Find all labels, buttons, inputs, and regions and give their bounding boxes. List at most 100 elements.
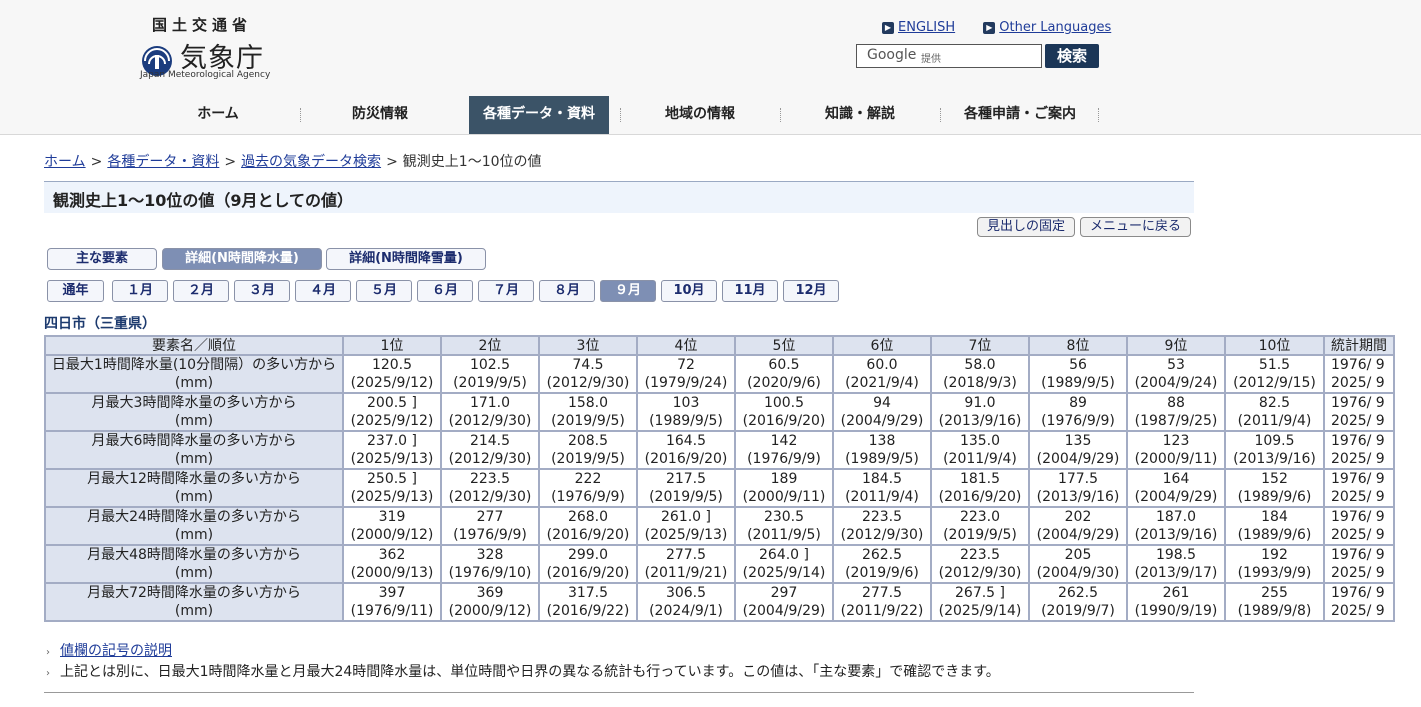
month-jan[interactable]: １月 xyxy=(112,280,168,302)
jma-logo[interactable]: 国土交通省 気象庁 Japan Meteorological Agency xyxy=(140,12,280,84)
breadcrumb-current: 観測史上1～10位の値 xyxy=(402,154,542,170)
rank-value-cell: 51.5 (2012/9/15) xyxy=(1224,354,1325,394)
rank-date: (2016/9/22) xyxy=(546,603,630,619)
nav-data[interactable]: 各種データ・資料 xyxy=(469,96,609,134)
rank-value: 200.5 ] xyxy=(367,395,417,411)
month-may[interactable]: ５月 xyxy=(356,280,412,302)
rank-value: 306.5 xyxy=(665,585,707,601)
rank-value-cell: 262.5 (2019/9/7) xyxy=(1028,582,1128,622)
rank-date: (2011/9/5) xyxy=(747,527,821,543)
period-end: 2025/ 9 xyxy=(1331,527,1385,543)
chevron-right-icon: › xyxy=(46,647,50,658)
rank-value: 109.5 xyxy=(1254,433,1295,449)
element-name-cell: 月最大72時間降水量の多い方から (mm) xyxy=(44,582,344,622)
month-jul[interactable]: ７月 xyxy=(478,280,534,302)
rank-date: (2011/9/4) xyxy=(1237,413,1312,429)
rank-value-cell: 94 (2004/9/29) xyxy=(832,392,932,432)
element-name-cell: 月最大24時間降水量の多い方から (mm) xyxy=(44,506,344,546)
rank-date: (1989/9/6) xyxy=(1237,489,1312,505)
rank-date: (2012/9/30) xyxy=(938,565,1022,581)
rank-value-cell: 262.5 (2019/9/6) xyxy=(832,544,932,584)
tab-main-elements[interactable]: 主な要素 xyxy=(47,248,157,270)
back-to-menu-button[interactable]: メニューに戻る xyxy=(1080,217,1191,237)
month-feb[interactable]: ２月 xyxy=(173,280,229,302)
rank-date: (1976/9/11) xyxy=(350,603,434,619)
nav-knowledge[interactable]: 知識・解説 xyxy=(790,96,930,134)
rank-value-cell: 202 (2004/9/29) xyxy=(1028,506,1128,546)
period-cell: 1976/ 9 2025/ 9 xyxy=(1323,582,1395,622)
other-languages-link[interactable]: Other Languages xyxy=(999,20,1111,35)
rank-date: (2012/9/30) xyxy=(840,527,924,543)
symbol-explanation-link[interactable]: 値欄の記号の説明 xyxy=(60,643,172,659)
element-unit: (mm) xyxy=(174,489,214,505)
rank-date: (1990/9/19) xyxy=(1134,603,1218,619)
tab-detail-precipitation[interactable]: 詳細(N時間降水量) xyxy=(162,248,322,270)
rank-date: (2012/9/30) xyxy=(546,375,630,391)
rank-date: (2000/9/12) xyxy=(448,603,532,619)
rank-date: (2013/9/16) xyxy=(1036,489,1120,505)
element-name-cell: 日最大1時間降水量(10分間隔）の多い方から (mm) xyxy=(44,354,344,394)
nav-home[interactable]: ホーム xyxy=(148,96,288,134)
rank-date: (2019/9/5) xyxy=(551,451,625,467)
rank-value-cell: 192 (1993/9/9) xyxy=(1224,544,1325,584)
rank-value-cell: 277 (1976/9/9) xyxy=(440,506,540,546)
rank-value-cell: 53 (2004/9/24) xyxy=(1126,354,1226,394)
table-header-row: 要素名／順位 1位 2位 3位 4位 5位 6位 7位 8位 9位 10位 統計… xyxy=(44,335,1395,356)
period-cell: 1976/ 9 2025/ 9 xyxy=(1323,544,1395,584)
nav-divider xyxy=(620,108,622,122)
period-start: 1976/ 9 xyxy=(1331,395,1385,411)
month-apr[interactable]: ４月 xyxy=(295,280,351,302)
element-name-cell: 月最大3時間降水量の多い方から (mm) xyxy=(44,392,344,432)
month-dec[interactable]: 12月 xyxy=(783,280,839,302)
rank-value: 268.0 xyxy=(567,509,609,525)
rank-value: 82.5 xyxy=(1258,395,1291,411)
month-nov[interactable]: 11月 xyxy=(722,280,778,302)
rank-value: 142 xyxy=(770,433,798,449)
nav-application[interactable]: 各種申請・ご案内 xyxy=(945,96,1095,134)
period-end: 2025/ 9 xyxy=(1331,375,1385,391)
month-jun[interactable]: ６月 xyxy=(417,280,473,302)
rank-value: 328 xyxy=(476,547,504,563)
period-start: 1976/ 9 xyxy=(1331,509,1385,525)
month-aug[interactable]: ８月 xyxy=(539,280,595,302)
ranking-table: 要素名／順位 1位 2位 3位 4位 5位 6位 7位 8位 9位 10位 統計… xyxy=(44,335,1395,622)
fix-heading-button[interactable]: 見出しの固定 xyxy=(977,217,1075,237)
rank-value: 184.5 xyxy=(861,471,903,487)
element-name-cell: 月最大6時間降水量の多い方から (mm) xyxy=(44,430,344,470)
period-cell: 1976/ 9 2025/ 9 xyxy=(1323,354,1395,394)
nav-region[interactable]: 地域の情報 xyxy=(630,96,770,134)
english-link[interactable]: ENGLISH xyxy=(898,20,955,35)
rank-value: 255 xyxy=(1261,585,1288,601)
breadcrumb-home[interactable]: ホーム xyxy=(44,154,86,170)
rank-value: 202 xyxy=(1064,509,1092,525)
rank-date: (2019/9/5) xyxy=(649,489,723,505)
rank-date: (2013/9/16) xyxy=(938,413,1022,429)
rank-value-cell: 255 (1989/9/8) xyxy=(1224,582,1325,622)
rank-value: 230.5 xyxy=(763,509,805,525)
month-oct[interactable]: 10月 xyxy=(661,280,717,302)
breadcrumb-past-search[interactable]: 過去の気象データ検索 xyxy=(241,154,381,170)
month-annual[interactable]: 通年 xyxy=(47,280,104,302)
rank-value: 187.0 xyxy=(1155,509,1197,525)
nav-disaster[interactable]: 防災情報 xyxy=(310,96,450,134)
search-button[interactable]: 検索 xyxy=(1045,44,1099,68)
breadcrumb-data[interactable]: 各種データ・資料 xyxy=(107,154,219,170)
month-sep[interactable]: ９月 xyxy=(600,280,656,302)
month-mar[interactable]: ３月 xyxy=(234,280,290,302)
rank-value-cell: 164 (2004/9/29) xyxy=(1126,468,1226,508)
rank-value: 120.5 xyxy=(371,357,413,373)
rank-date: (2000/9/11) xyxy=(1134,451,1218,467)
search-input[interactable]: Google 提供 xyxy=(856,44,1042,68)
rank-value: 91.0 xyxy=(964,395,996,411)
rank-value: 177.5 xyxy=(1057,471,1099,487)
rank-value: 56 xyxy=(1069,357,1087,373)
rank-value: 319 xyxy=(378,509,406,525)
rank-value-cell: 264.0 ] (2025/9/14) xyxy=(734,544,834,584)
tab-detail-snowfall[interactable]: 詳細(N時間降雪量) xyxy=(326,248,486,270)
rank-value-cell: 138 (1989/9/5) xyxy=(832,430,932,470)
rank-date: (2004/9/29) xyxy=(1036,527,1120,543)
period-end: 2025/ 9 xyxy=(1331,413,1385,429)
rank-date: (2018/9/3) xyxy=(943,375,1017,391)
rank-value-cell: 152 (1989/9/6) xyxy=(1224,468,1325,508)
period-end: 2025/ 9 xyxy=(1331,565,1385,581)
